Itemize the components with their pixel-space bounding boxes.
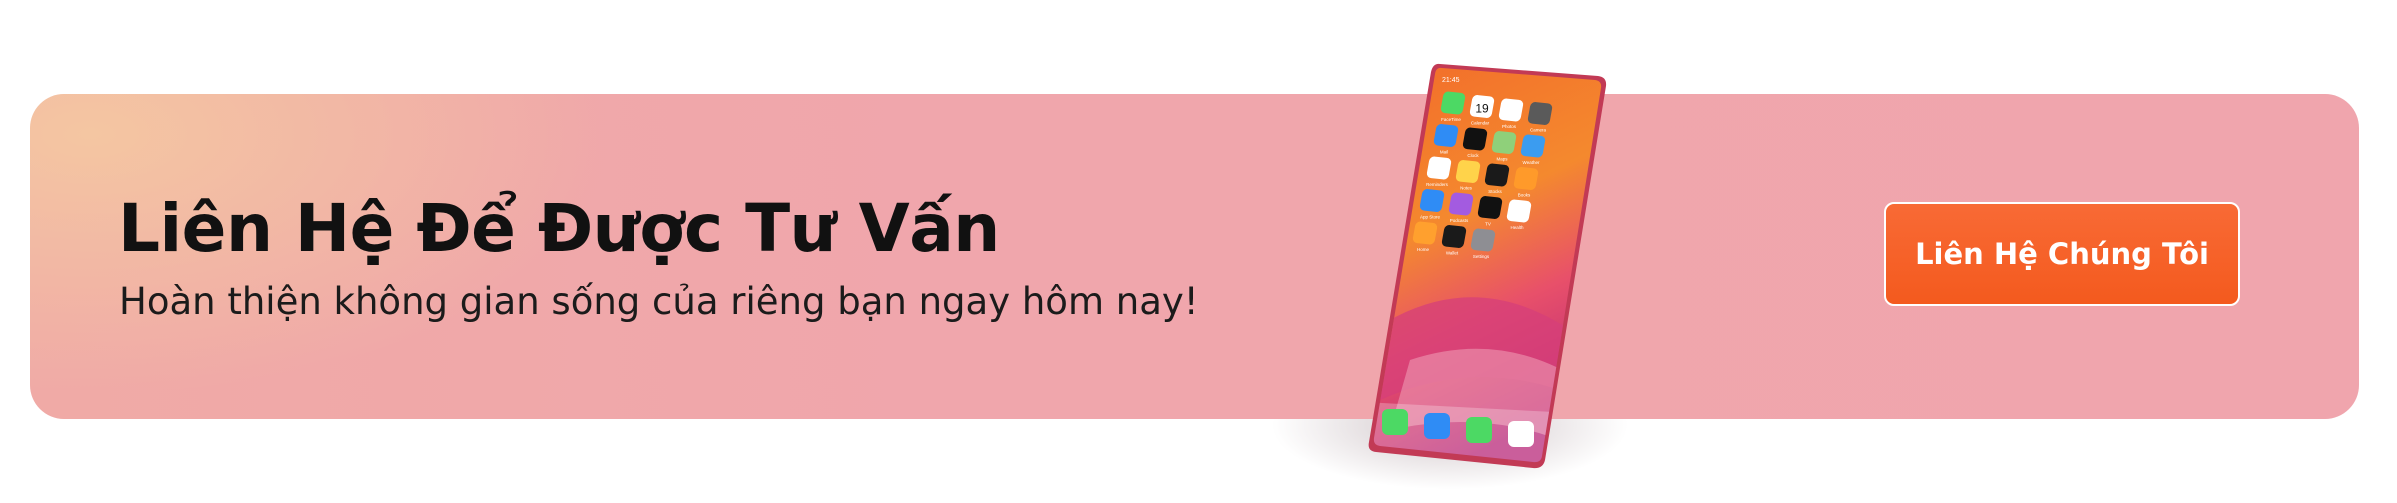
banner-subtitle: Hoàn thiện không gian sống của riêng bạn…: [119, 280, 1199, 323]
app-label: Podcasts: [1450, 218, 1469, 223]
app-label: Home: [1417, 247, 1430, 252]
messages-icon: [1466, 417, 1492, 443]
status-time: 21:45: [1442, 77, 1460, 84]
app-label: Stocks: [1488, 189, 1502, 194]
phone-mockup: FaceTime 19 Calendar Photos Camera Mail Clock M…: [1330, 60, 1620, 475]
app-label: Settings: [1473, 254, 1490, 259]
contact-banner: Liên Hệ Để Được Tư Vấn Hoàn thiện không …: [30, 94, 2359, 419]
app-label: Clock: [1467, 153, 1479, 158]
safari-icon: [1424, 413, 1450, 439]
app-label: Photos: [1502, 124, 1517, 129]
app-label: Health: [1510, 225, 1524, 230]
phone-mockup-svg: FaceTime 19 Calendar Photos Camera Mail Clock M…: [1368, 63, 1607, 469]
contact-us-button[interactable]: Liên Hệ Chúng Tôi: [1884, 202, 2240, 306]
phone-icon: [1382, 409, 1408, 435]
app-label: Mail: [1440, 150, 1448, 155]
app-label: Books: [1518, 193, 1531, 198]
app-label: Wallet: [1446, 251, 1459, 256]
app-label: Weather: [1523, 160, 1540, 165]
app-label: Maps: [1496, 157, 1508, 162]
music-icon: [1508, 421, 1534, 447]
banner-title: Liên Hệ Để Được Tư Vấn: [118, 190, 1000, 267]
app-label: Reminders: [1426, 182, 1449, 187]
app-label: Camera: [1530, 128, 1547, 133]
app-label: App Store: [1420, 215, 1441, 220]
calendar-day: 19: [1475, 102, 1489, 116]
app-label: Calendar: [1471, 121, 1490, 126]
app-label: FaceTime: [1441, 117, 1461, 122]
app-label: TV: [1485, 222, 1491, 227]
app-label: Notes: [1460, 186, 1473, 191]
